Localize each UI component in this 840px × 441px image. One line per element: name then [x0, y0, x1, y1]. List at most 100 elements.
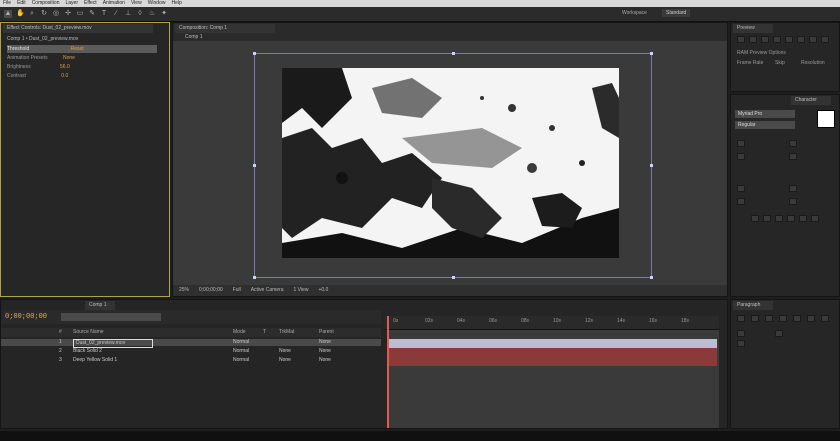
menu-edit[interactable]: Edit — [17, 0, 26, 7]
effect-value[interactable]: Reset — [71, 46, 84, 52]
layer-parent[interactable]: None — [319, 339, 331, 346]
mask-tool-icon[interactable]: ▭ — [76, 10, 84, 18]
composition-tab[interactable]: Composition: Comp 1 — [175, 24, 275, 33]
layer-mode[interactable]: Normal — [233, 348, 249, 355]
exposure-value[interactable]: +0.0 — [318, 285, 328, 296]
effect-row-contrast[interactable]: Contrast 0.0 — [7, 72, 68, 80]
brush-tool-icon[interactable]: ∕ — [112, 10, 120, 18]
effect-value[interactable]: None — [63, 55, 75, 61]
workspace-select[interactable]: Standard — [662, 9, 691, 17]
layer-search-input[interactable] — [61, 313, 161, 321]
layer-duration-bar[interactable] — [387, 348, 717, 357]
tracking-field[interactable] — [789, 153, 797, 160]
resolution-select[interactable]: Full — [233, 285, 241, 296]
justify-all-button[interactable] — [821, 315, 829, 322]
time-ruler[interactable]: 0s 02s 04s 06s 08s 10s 12s 14s 16s 18s — [385, 316, 719, 330]
bounds-handle[interactable] — [650, 52, 653, 55]
superscript-button[interactable] — [799, 215, 807, 222]
subscript-button[interactable] — [811, 215, 819, 222]
camera-select[interactable]: Active Camera — [251, 285, 284, 296]
layer-mode[interactable]: Normal — [233, 339, 249, 346]
justify-right-button[interactable] — [807, 315, 815, 322]
rotate-tool-icon[interactable]: ↻ — [40, 10, 48, 18]
ram-preview-button[interactable] — [821, 36, 829, 43]
composition-viewer[interactable] — [173, 41, 727, 287]
leading-field[interactable] — [789, 140, 797, 147]
menu-view[interactable]: View — [131, 0, 142, 7]
font-style-select[interactable]: Regular — [735, 121, 795, 129]
baseline-shift-field[interactable] — [737, 198, 745, 205]
layer-row[interactable]: 3 Deep Yellow Solid 1 Normal None None — [1, 357, 381, 364]
type-tool-icon[interactable]: T — [100, 10, 108, 18]
timeline-tab[interactable]: Comp 1 — [85, 301, 115, 310]
roto-brush-tool-icon[interactable]: ♨ — [148, 10, 156, 18]
bounds-handle[interactable] — [253, 164, 256, 167]
selection-tool-icon[interactable]: ▲ — [4, 10, 12, 18]
zoom-tool-icon[interactable]: ⌕ — [28, 10, 36, 18]
faux-italic-button[interactable] — [763, 215, 771, 222]
effect-row-threshold[interactable]: Threshold Reset — [7, 45, 157, 53]
bounds-handle[interactable] — [452, 276, 455, 279]
menu-file[interactable]: File — [3, 0, 11, 7]
magnification-select[interactable]: 25% — [179, 285, 189, 296]
next-frame-button[interactable] — [773, 36, 781, 43]
pen-tool-icon[interactable]: ✎ — [88, 10, 96, 18]
vertical-scale-field[interactable] — [737, 185, 745, 192]
indent-right-field[interactable] — [775, 330, 783, 337]
current-time-display[interactable]: 0;00;00;00 — [199, 285, 223, 296]
horizontal-scale-field[interactable] — [789, 185, 797, 192]
effect-row-brightness[interactable]: Brightness 56.0 — [7, 63, 70, 71]
pan-behind-tool-icon[interactable]: ✢ — [64, 10, 72, 18]
layer-parent[interactable]: None — [319, 357, 331, 364]
indent-left-field[interactable] — [737, 330, 745, 337]
loop-button[interactable] — [809, 36, 817, 43]
justify-left-button[interactable] — [779, 315, 787, 322]
current-time-indicator[interactable] — [387, 316, 389, 428]
layer-row[interactable]: 2 Black Solid 2 Normal None None — [1, 348, 381, 355]
menu-window[interactable]: Window — [148, 0, 166, 7]
space-before-field[interactable] — [737, 340, 745, 347]
audio-button[interactable] — [797, 36, 805, 43]
menu-layer[interactable]: Layer — [65, 0, 78, 7]
menu-help[interactable]: Help — [171, 0, 181, 7]
clone-stamp-tool-icon[interactable]: ⊥ — [124, 10, 132, 18]
bounds-handle[interactable] — [650, 164, 653, 167]
kerning-field[interactable] — [737, 153, 745, 160]
layer-name[interactable]: Deep Yellow Solid 1 — [73, 357, 117, 364]
layer-parent[interactable]: None — [319, 348, 331, 355]
eraser-tool-icon[interactable]: ◊ — [136, 10, 144, 18]
bounds-handle[interactable] — [650, 276, 653, 279]
layer-duration-bar[interactable] — [387, 357, 717, 366]
layer-trkmat[interactable]: None — [279, 357, 291, 364]
small-caps-button[interactable] — [787, 215, 795, 222]
paragraph-tab[interactable]: Paragraph — [733, 301, 773, 310]
bounds-handle[interactable] — [253, 276, 256, 279]
effect-row-presets[interactable]: Animation Presets None — [7, 54, 75, 62]
justify-center-button[interactable] — [793, 315, 801, 322]
fill-color-swatch[interactable] — [817, 110, 835, 128]
menu-effect[interactable]: Effect — [84, 0, 97, 7]
align-center-button[interactable] — [751, 315, 759, 322]
faux-bold-button[interactable] — [751, 215, 759, 222]
align-left-button[interactable] — [737, 315, 745, 322]
prev-frame-button[interactable] — [749, 36, 757, 43]
hand-tool-icon[interactable]: ✋ — [16, 10, 25, 18]
play-button[interactable] — [761, 36, 769, 43]
camera-tool-icon[interactable]: ◎ — [52, 10, 60, 18]
layer-mode[interactable]: Normal — [233, 357, 249, 364]
all-caps-button[interactable] — [775, 215, 783, 222]
effect-value[interactable]: 0.0 — [61, 73, 68, 79]
font-family-select[interactable]: Myriad Pro — [735, 110, 795, 118]
align-right-button[interactable] — [765, 315, 773, 322]
first-frame-button[interactable] — [737, 36, 745, 43]
layer-row[interactable]: 1 Dust_02_preview.mov Normal None — [1, 339, 381, 348]
last-frame-button[interactable] — [785, 36, 793, 43]
layer-name[interactable]: Black Solid 2 — [73, 348, 102, 355]
tsume-field[interactable] — [789, 198, 797, 205]
bounds-handle[interactable] — [452, 52, 455, 55]
menu-composition[interactable]: Composition — [32, 0, 60, 7]
timeline-timecode[interactable]: 0;00;00;00 — [5, 313, 53, 322]
preview-tab[interactable]: Preview — [733, 24, 773, 33]
layer-duration-bar[interactable] — [387, 339, 717, 348]
effect-controls-tab[interactable]: Effect Controls: Dust_02_preview.mov — [3, 24, 153, 33]
